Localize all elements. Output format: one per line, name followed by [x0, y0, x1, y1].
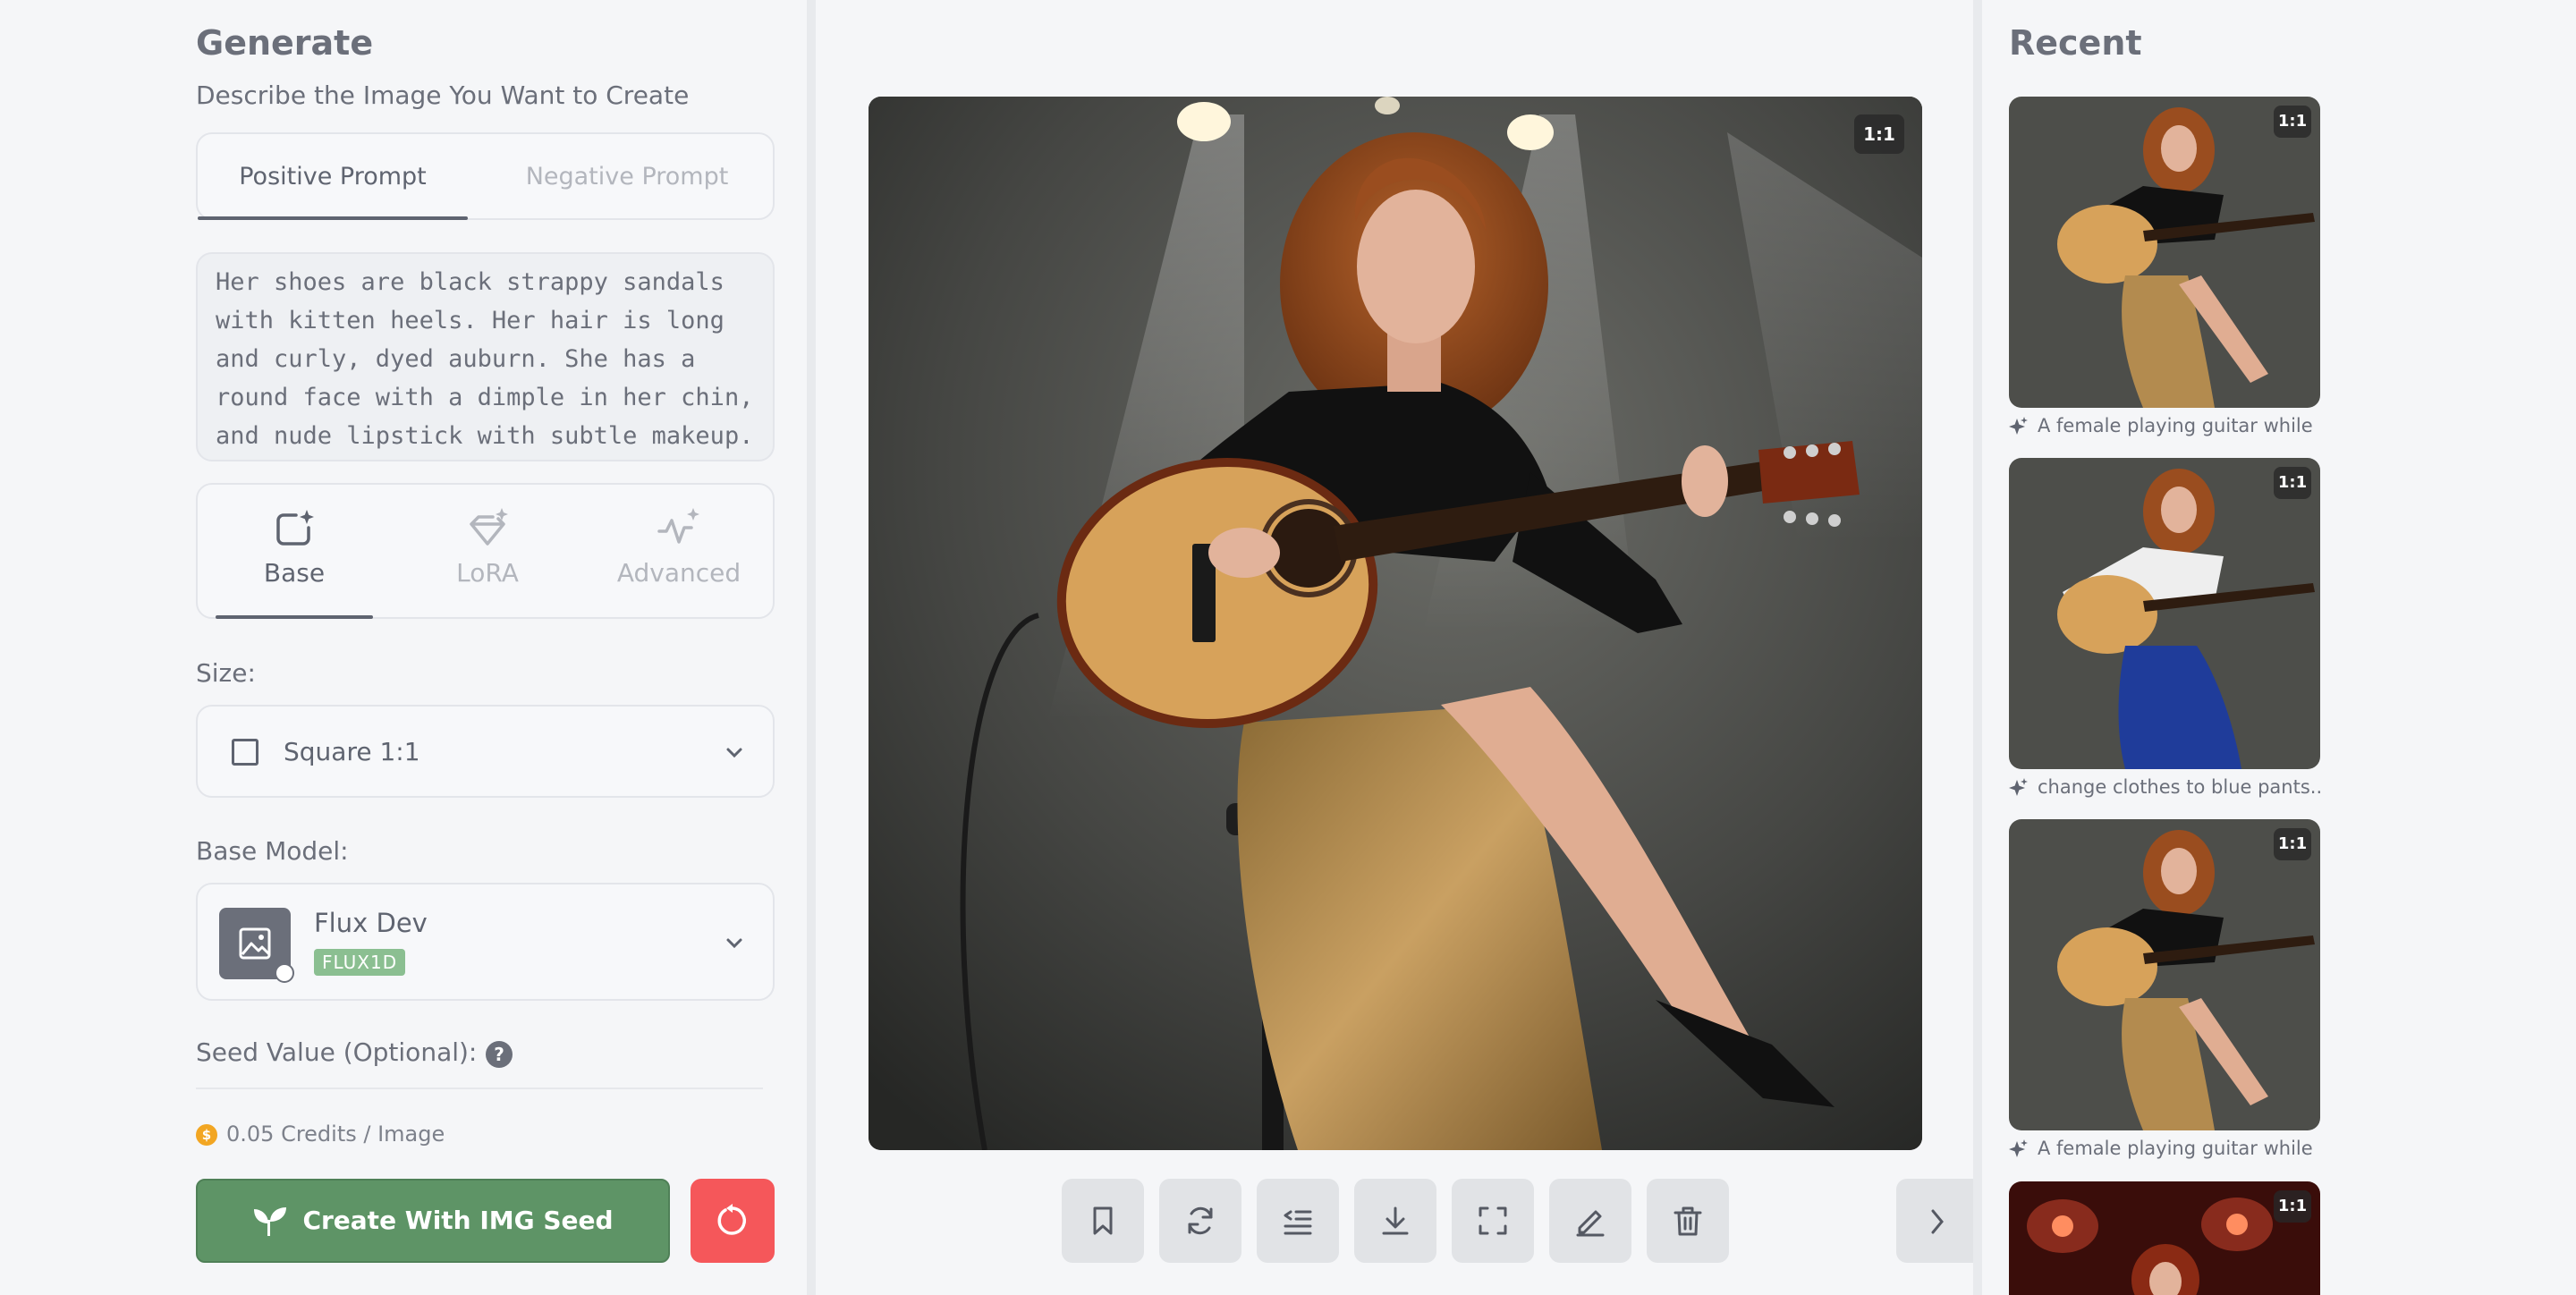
recent-title: Recent	[2009, 23, 2142, 63]
refresh-icon	[1188, 1206, 1213, 1235]
sparkle-square-icon	[276, 510, 314, 546]
diamond-sparkle-icon	[470, 508, 508, 546]
edit-icon	[1576, 1210, 1605, 1237]
sprout-icon	[254, 1207, 287, 1236]
credits-text: 0.05 Credits / Image	[226, 1121, 445, 1147]
recent-item-thumbnail[interactable]: 1:1	[2009, 819, 2320, 1130]
model-thumbnail	[219, 908, 294, 983]
tab-negative-prompt[interactable]: Negative Prompt	[493, 134, 761, 220]
tab-positive-prompt[interactable]: Positive Prompt	[198, 134, 468, 220]
size-value: Square 1:1	[284, 737, 420, 766]
recent-item-thumbnail[interactable]: 1:1	[2009, 458, 2320, 769]
square-icon	[232, 739, 258, 766]
recent-image	[2009, 819, 2320, 1130]
panel-divider[interactable]	[807, 0, 816, 1295]
regenerate-button[interactable]	[1159, 1179, 1241, 1263]
panel-divider[interactable]	[1973, 0, 1982, 1295]
bookmark-icon	[1093, 1206, 1113, 1235]
aspect-ratio-badge: 1:1	[2274, 1190, 2311, 1223]
recent-item-thumbnail[interactable]: 1:1	[2009, 1181, 2320, 1295]
sparkle-icon	[2009, 1139, 2028, 1157]
help-icon[interactable]: ?	[486, 1041, 513, 1068]
aspect-ratio-badge: 1:1	[2274, 106, 2311, 138]
recent-caption-text: A female playing guitar while ...	[2038, 1138, 2320, 1159]
seed-input[interactable]	[196, 1088, 763, 1089]
seed-label: Seed Value (Optional):	[196, 1037, 478, 1067]
next-image-button[interactable]	[1896, 1179, 1973, 1263]
recent-item-caption[interactable]: A female playing guitar while ...	[2009, 415, 2320, 436]
recent-image	[2009, 458, 2320, 769]
tab-advanced[interactable]: Advanced	[600, 485, 758, 619]
recent-caption-text: A female playing guitar while ...	[2038, 415, 2320, 436]
generated-image[interactable]: 1:1	[869, 97, 1922, 1150]
chevron-down-icon	[726, 938, 742, 949]
generate-panel: Generate Describe the Image You Want to …	[0, 0, 807, 1295]
activity-sparkle-icon	[657, 508, 699, 544]
recent-caption-text: change clothes to blue pants...	[2038, 776, 2320, 798]
reset-button[interactable]	[691, 1179, 775, 1263]
tab-base[interactable]: Base	[216, 485, 373, 619]
recent-panel: Recent 1:1 A female playing guitar while…	[1982, 0, 2576, 1295]
fullscreen-button[interactable]	[1452, 1179, 1534, 1263]
prompt-textarea[interactable]: Her shoes are black strappy sandals with…	[196, 252, 775, 461]
model-tag: FLUX1D	[314, 949, 406, 976]
size-label: Size:	[196, 658, 256, 688]
size-select[interactable]: Square 1:1	[196, 705, 775, 798]
model-name: Flux Dev	[314, 908, 428, 938]
recent-image	[2009, 97, 2320, 408]
aspect-ratio-badge: 1:1	[2274, 467, 2311, 499]
chevron-right-icon	[1931, 1209, 1944, 1234]
create-with-img-seed-button[interactable]: Create With IMG Seed	[196, 1179, 670, 1263]
tab-lora[interactable]: LoRA	[409, 485, 566, 619]
sparkle-icon	[2009, 417, 2028, 435]
tab-lora-label: LoRA	[456, 558, 519, 588]
download-icon	[1382, 1206, 1409, 1235]
sparkle-icon	[2009, 778, 2028, 796]
chevron-down-icon	[726, 748, 742, 758]
recent-item-thumbnail[interactable]: 1:1	[2009, 97, 2320, 408]
delete-button[interactable]	[1647, 1179, 1729, 1263]
fullscreen-icon	[1479, 1206, 1507, 1235]
guitar-player-image	[869, 97, 1922, 1150]
aspect-ratio-badge: 1:1	[1854, 114, 1904, 154]
prompt-tabs: Positive Prompt Negative Prompt	[196, 132, 775, 220]
base-model-select[interactable]: Flux Dev FLUX1D	[196, 883, 775, 1001]
preview-panel: 1:1	[816, 0, 1973, 1295]
credits-info: $0.05 Credits / Image	[196, 1121, 445, 1147]
recent-item-caption[interactable]: change clothes to blue pants...	[2009, 776, 2320, 798]
edit-button[interactable]	[1549, 1179, 1631, 1263]
coin-icon: $	[196, 1124, 217, 1146]
bookmark-button[interactable]	[1062, 1179, 1144, 1263]
reuse-prompt-button[interactable]	[1257, 1179, 1339, 1263]
generate-title: Generate	[196, 23, 374, 63]
reset-icon	[717, 1204, 746, 1235]
base-model-label: Base Model:	[196, 836, 349, 866]
tab-base-label: Base	[263, 558, 326, 588]
tab-advanced-label: Advanced	[616, 558, 741, 588]
mode-tabs: Base LoRA Advanced	[196, 483, 775, 619]
generate-subtitle: Describe the Image You Want to Create	[196, 80, 690, 110]
recent-item-caption[interactable]: A female playing guitar while ...	[2009, 1138, 2320, 1159]
list-indent-icon	[1284, 1210, 1312, 1235]
download-button[interactable]	[1354, 1179, 1436, 1263]
trash-icon	[1674, 1206, 1702, 1236]
aspect-ratio-badge: 1:1	[2274, 828, 2311, 860]
create-button-label: Create With IMG Seed	[302, 1206, 614, 1235]
globe-icon	[275, 963, 294, 983]
